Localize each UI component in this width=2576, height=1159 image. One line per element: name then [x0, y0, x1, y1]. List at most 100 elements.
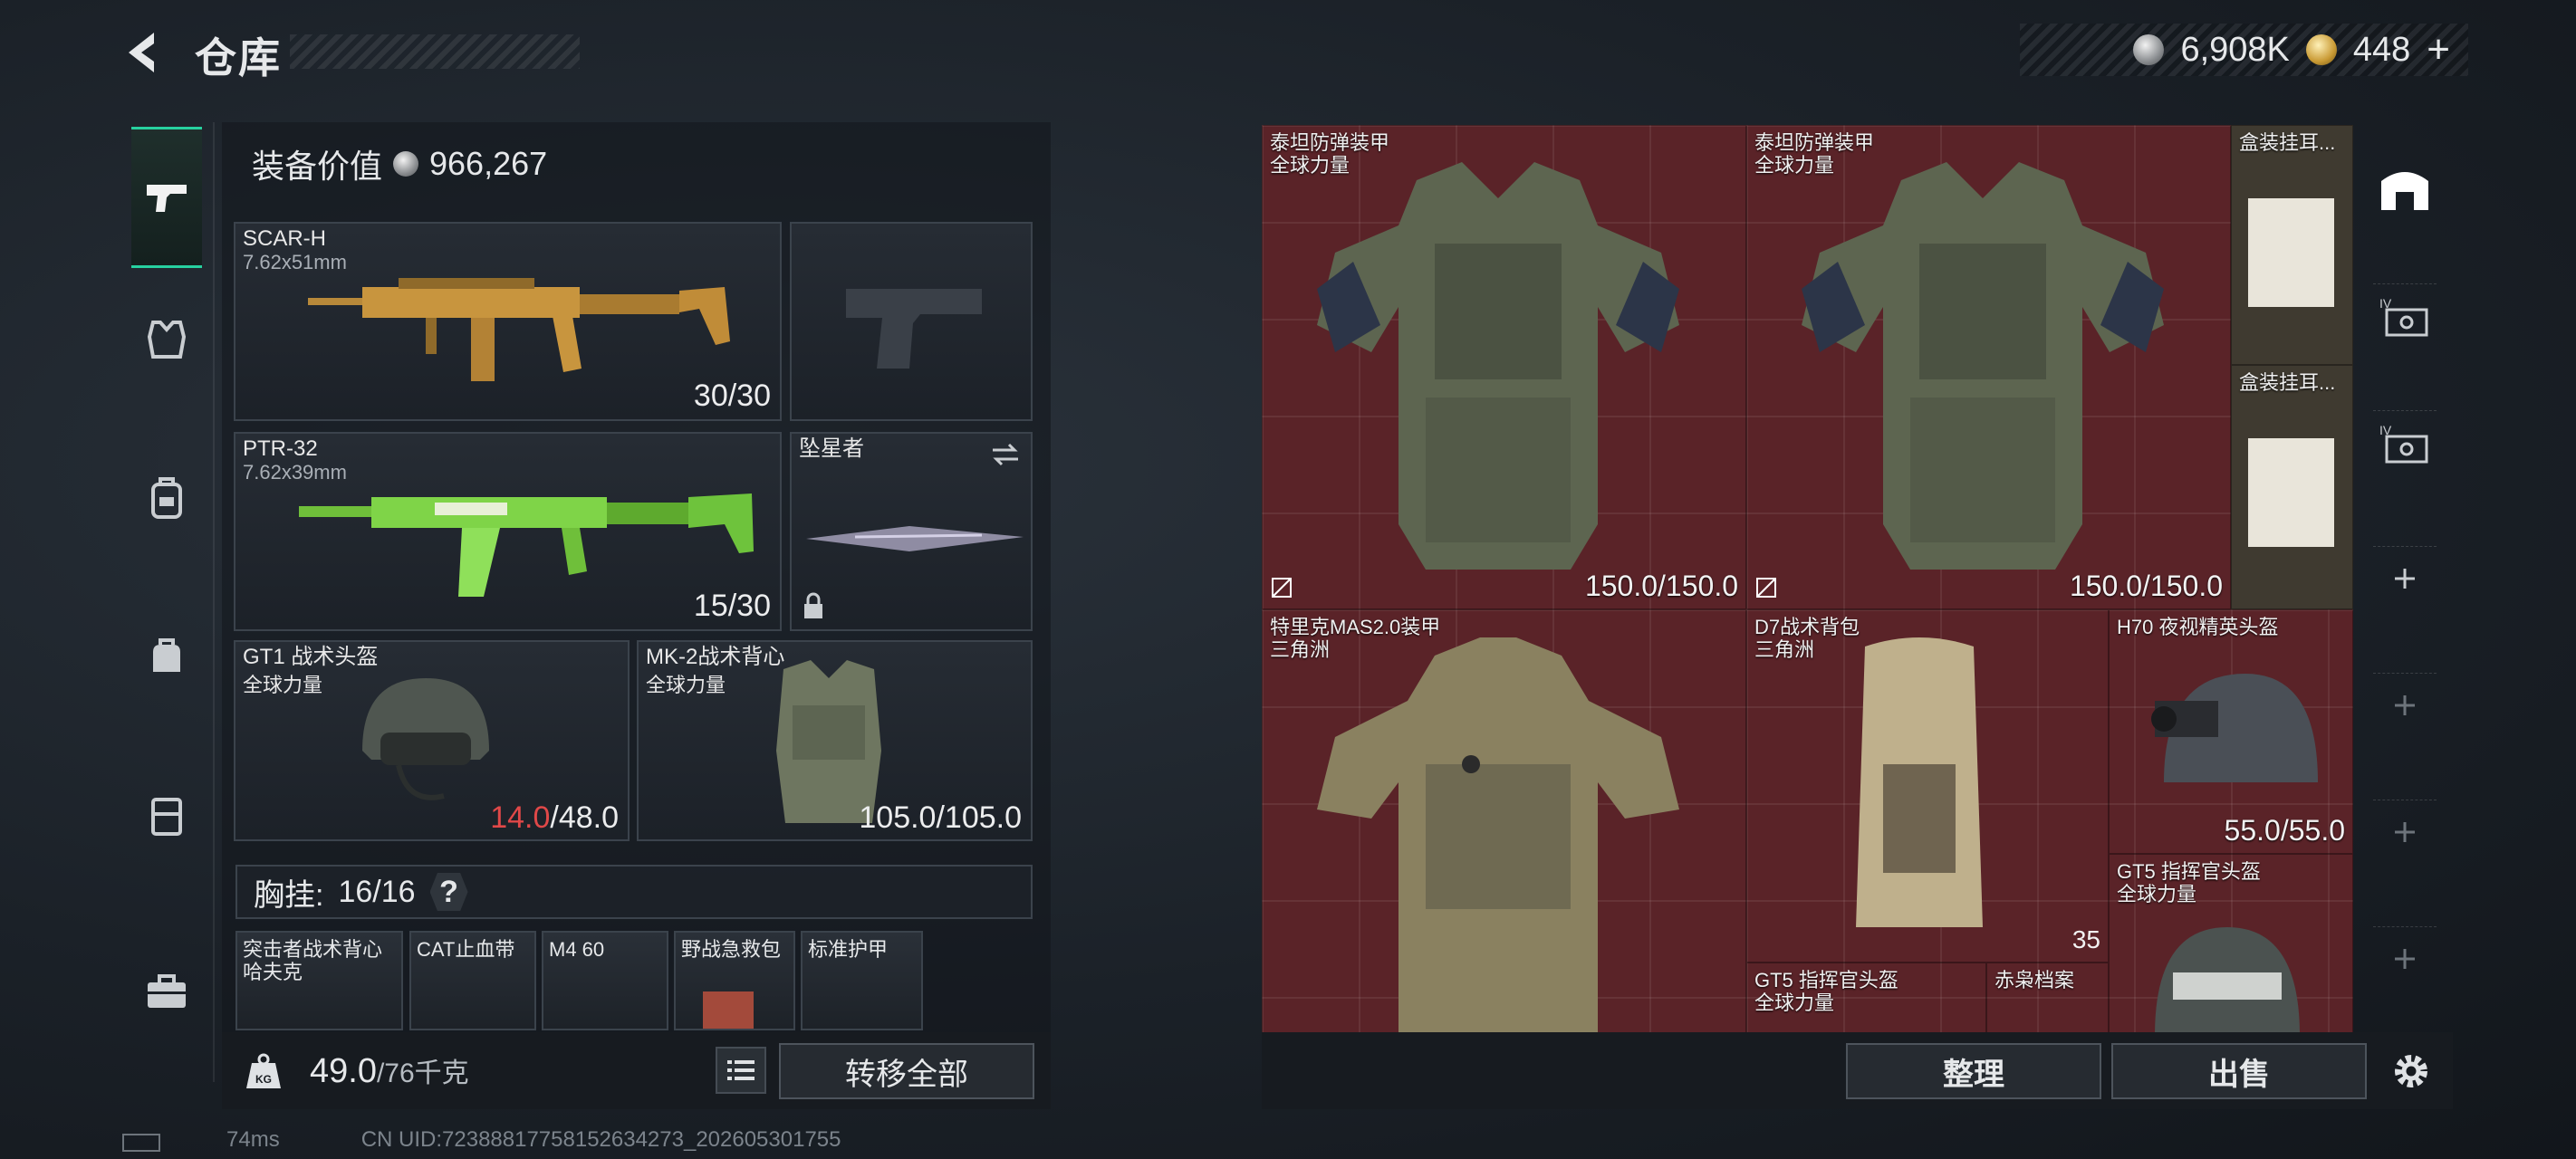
storage-item[interactable]: GT5 指挥官头盔 全球力量: [2109, 854, 2353, 1032]
safe-box-icon: IV: [2379, 423, 2428, 464]
equipment-footer: KG 49.0/76千克 转移全部: [222, 1032, 1051, 1109]
settings-button[interactable]: [2385, 1045, 2437, 1097]
battery-icon: [122, 1134, 160, 1152]
help-icon[interactable]: ?: [429, 873, 468, 911]
plus-icon: [2395, 569, 2415, 589]
sidearm-slot[interactable]: [790, 222, 1033, 421]
armor-camo-image: [1317, 637, 1679, 1032]
sell-button[interactable]: 出售: [2111, 1043, 2367, 1099]
helmet-durability: 14.0/48.0: [490, 800, 619, 835]
storage-item[interactable]: D7战术背包 三角洲 35: [1746, 609, 2109, 963]
rig-item[interactable]: 标准护甲: [801, 931, 923, 1030]
rig-item-name: 野战急救包: [681, 938, 782, 961]
chest-rig-count: 16/16: [338, 874, 416, 909]
ammo-count: 15/30: [693, 589, 771, 623]
melee-name: 坠星者: [799, 436, 864, 461]
storage-tab-iv-1[interactable]: IV: [2373, 283, 2437, 348]
backpack-image: [1856, 637, 1983, 927]
rig-item-sub: 哈夫克: [243, 961, 303, 984]
rig-item[interactable]: 野战急救包: [674, 931, 795, 1030]
add-storage-tab-button[interactable]: [2373, 546, 2437, 610]
coffee-box-image: [2248, 438, 2334, 547]
melee-slot[interactable]: 坠星者: [790, 432, 1033, 631]
list-view-button[interactable]: [716, 1047, 766, 1094]
titan-armor-image: [1317, 162, 1679, 570]
weight-icon: KG: [246, 1053, 281, 1088]
storage-tabs: IV IV: [2364, 125, 2446, 1032]
item-durability: 150.0/150.0: [1584, 570, 1738, 602]
transfer-all-button[interactable]: 转移全部: [779, 1043, 1034, 1099]
rig-item-name: 标准护甲: [808, 938, 889, 961]
add-storage-tab-button[interactable]: [2373, 800, 2437, 864]
swap-icon[interactable]: [989, 441, 1022, 468]
storage-tab-iv-2[interactable]: IV: [2373, 410, 2437, 474]
item-name: 盒装挂耳...: [2239, 131, 2336, 154]
item-name: 盒装挂耳...: [2239, 371, 2336, 394]
category-toolbox[interactable]: [131, 924, 202, 1059]
page-title: 仓库: [195, 34, 282, 81]
pistol-silhouette-icon: [846, 289, 982, 369]
armor-durability: 105.0/105.0: [859, 800, 1022, 835]
item-durability: 150.0/150.0: [2069, 570, 2223, 602]
backpack-icon: [151, 477, 182, 519]
storage-grid: 泰坦防弹装甲 全球力量 150.0/150.0 泰坦防弹装甲 全球力量 150.0/…: [1262, 125, 2353, 1032]
storage-tab-home[interactable]: [2373, 157, 2437, 220]
primary-weapon-slot-1[interactable]: SCAR-H 7.62x51mm 30/30: [234, 222, 782, 421]
category-backpack[interactable]: [131, 430, 202, 566]
silver-amount: 6,908K: [2180, 30, 2290, 69]
safe-box-icon: IV: [2379, 296, 2428, 337]
armor-slot[interactable]: MK-2战术背心 全球力量 105.0/105.0: [637, 640, 1033, 841]
storage-item[interactable]: 泰坦防弹装甲 全球力量 150.0/150.0: [1746, 125, 2231, 609]
gold-coin-icon: [2305, 34, 2337, 65]
rig-item[interactable]: CAT止血带: [409, 931, 536, 1030]
storage-item[interactable]: H70 夜视精英头盔 55.0/55.0: [2109, 609, 2353, 854]
vest-icon: [147, 321, 187, 359]
category-container[interactable]: [131, 747, 202, 883]
carry-weight: 49.0/76千克: [310, 1052, 469, 1090]
rig-item[interactable]: M4 60: [542, 931, 668, 1030]
storage-item[interactable]: 盒装挂耳...: [2231, 125, 2353, 365]
weapon-name: PTR-32: [243, 436, 318, 461]
add-storage-tab-button[interactable]: [2373, 926, 2437, 991]
organize-button[interactable]: 整理: [1846, 1043, 2101, 1099]
list-icon: [727, 1060, 755, 1080]
back-button[interactable]: [118, 25, 172, 80]
category-weapons[interactable]: [131, 127, 202, 268]
storage-item[interactable]: GT5 指挥官头盔 全球力量: [1746, 963, 1986, 1032]
no-insurance-icon: [1272, 578, 1292, 598]
helmet-image: [362, 678, 489, 800]
case-icon: [151, 798, 182, 836]
svg-text:KG: KG: [255, 1073, 272, 1086]
ammo-count: 30/30: [693, 378, 771, 413]
titan-armor-image: [1802, 162, 2164, 570]
armor-faction: 全球力量: [646, 674, 726, 696]
uid-text: CN UID:7238881775815263427​3_20260530175…: [360, 1127, 841, 1152]
plus-icon: [2395, 695, 2415, 715]
storage-item[interactable]: 赤枭档案: [1986, 963, 2109, 1032]
title-decoration: [290, 34, 580, 69]
category-armor[interactable]: [131, 272, 202, 407]
warehouse-icon: [2381, 172, 2428, 210]
chest-rig-label: 胸挂:: [254, 877, 324, 913]
ping-text: 74ms: [226, 1127, 280, 1152]
knife-image: [806, 526, 1024, 551]
add-gold-button[interactable]: +: [2427, 27, 2450, 72]
bag-icon: [153, 638, 180, 672]
item-name: GT5 指挥官头盔 全球力量: [1754, 969, 1898, 1015]
commander-helmet-image: [2155, 927, 2300, 1032]
storage-item[interactable]: 盒装挂耳...: [2231, 365, 2353, 609]
category-bag[interactable]: [131, 589, 202, 724]
add-storage-tab-button[interactable]: [2373, 673, 2437, 737]
storage-item[interactable]: 特里克MAS2.0装甲 三角洲: [1262, 609, 1746, 1032]
lock-icon: [804, 592, 822, 618]
rig-item[interactable]: 突击者战术背心 哈夫克: [235, 931, 403, 1030]
silver-coin-icon: [2133, 34, 2165, 65]
primary-weapon-slot-2[interactable]: PTR-32 7.62x39mm 15/30: [234, 432, 782, 631]
first-aid-kit-image: [703, 991, 754, 1029]
gold-amount: 448: [2352, 30, 2411, 69]
ptr-32-rifle-image: [299, 493, 754, 597]
back-arrow-icon: [129, 33, 154, 72]
rig-item-name: 突击者战术背心: [243, 938, 383, 961]
storage-item[interactable]: 泰坦防弹装甲 全球力量 150.0/150.0: [1262, 125, 1746, 609]
helmet-slot[interactable]: GT1 战术头盔 全球力量 14.0/48.0: [234, 640, 630, 841]
